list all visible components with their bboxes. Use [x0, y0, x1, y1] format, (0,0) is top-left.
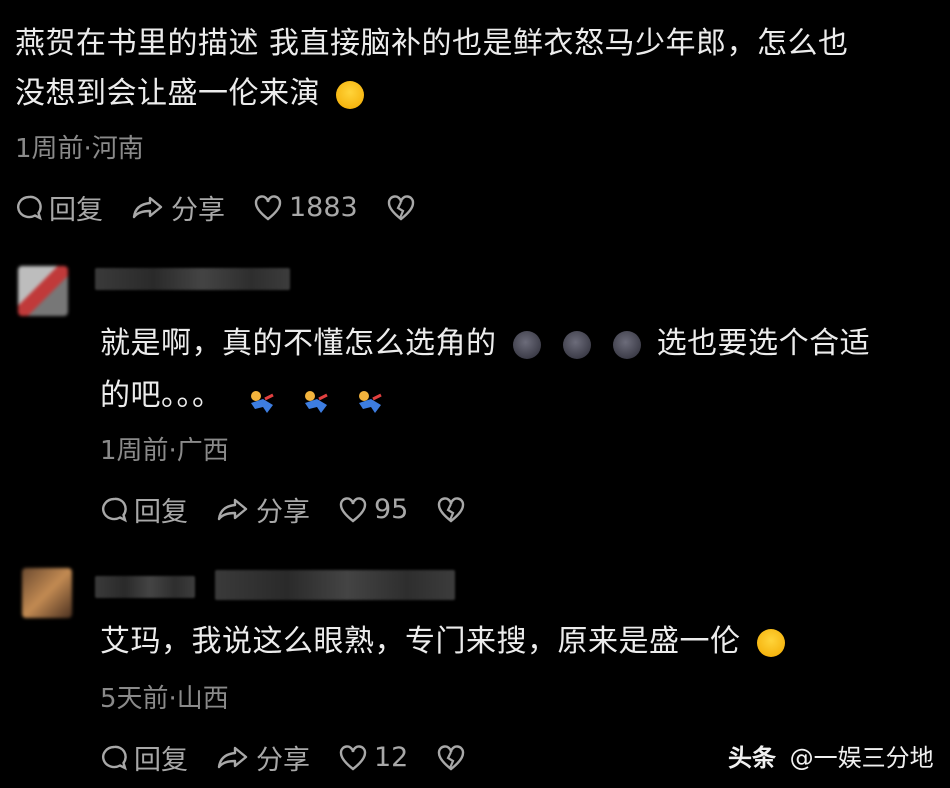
comment-3-avatar[interactable]	[22, 568, 72, 618]
running-emoji-icon	[301, 384, 335, 413]
comment-2-dislike-button[interactable]	[436, 496, 472, 524]
watermark-brand: 头条	[728, 744, 776, 772]
heart-icon	[254, 194, 282, 221]
comment-2-text-part2: 选也要选个合适	[656, 326, 871, 361]
comment-2-avatar[interactable]	[18, 266, 68, 316]
comment-2-text-line1: 就是啊，真的不懂怎么选角的 选也要选个合适	[100, 322, 870, 366]
comment-2-actions: 回复 分享 95	[100, 490, 500, 529]
comment-1-actions: 回复 分享 1883	[15, 188, 450, 227]
comment-3-meta: 5天前·山西	[100, 684, 229, 714]
share-label: 分享	[171, 195, 225, 226]
comment-3-badge	[215, 570, 455, 600]
reply-icon	[102, 745, 127, 770]
watermark-account: @一娱三分地	[789, 744, 934, 772]
comment-1-reply-button[interactable]: 回复	[15, 188, 103, 227]
broken-heart-icon	[438, 744, 465, 771]
dark-face-emoji-icon	[562, 330, 591, 359]
comment-1-text-line1: 燕贺在书里的描述 我直接脑补的也是鲜衣怒马少年郎，怎么也	[15, 26, 849, 61]
dark-face-emoji-icon	[612, 330, 641, 359]
comment-1-text-line2: 没想到会让盛一伦来演	[15, 72, 370, 116]
share-label: 分享	[256, 745, 310, 776]
comment-2-text-part1: 就是啊，真的不懂怎么选角的	[100, 326, 497, 361]
comment-3-text: 艾玛，我说这么眼熟，专门来搜，原来是盛一伦	[100, 624, 741, 659]
comment-1-like-button[interactable]: 1883	[253, 192, 358, 223]
comment-2-meta: 1周前·广西	[100, 436, 229, 466]
comment-3-reply-button[interactable]: 回复	[100, 738, 188, 777]
like-count: 12	[374, 742, 409, 773]
reply-label: 回复	[134, 497, 188, 528]
share-icon	[217, 498, 248, 520]
crying-laughing-emoji-icon	[756, 628, 785, 657]
reply-icon	[17, 195, 42, 220]
comment-2-reply-button[interactable]: 回复	[100, 490, 188, 529]
reply-label: 回复	[134, 745, 188, 776]
comment-3-username[interactable]	[95, 576, 195, 598]
reply-icon	[102, 497, 127, 522]
broken-heart-icon	[438, 496, 465, 523]
comment-2-like-button[interactable]: 95	[338, 494, 408, 525]
comment-3-share-button[interactable]: 分享	[216, 738, 310, 777]
comment-3-dislike-button[interactable]	[436, 744, 472, 772]
comment-2-text-line2-text: 的吧。。。	[100, 378, 223, 413]
laughing-emoji-icon	[336, 80, 365, 109]
running-emoji-icon	[247, 384, 281, 413]
watermark: 头条 @一娱三分地	[728, 738, 934, 773]
share-label: 分享	[256, 497, 310, 528]
running-emoji-icon	[355, 384, 389, 413]
share-icon	[132, 196, 163, 218]
like-count: 95	[374, 494, 409, 525]
reply-label: 回复	[49, 195, 103, 226]
comment-3-like-button[interactable]: 12	[338, 742, 408, 773]
comment-2-share-button[interactable]: 分享	[216, 490, 310, 529]
comment-1-dislike-button[interactable]	[386, 194, 422, 222]
comment-1-meta: 1周前·河南	[15, 134, 144, 164]
like-count: 1883	[289, 192, 358, 223]
comment-3-text-line1: 艾玛，我说这么眼熟，专门来搜，原来是盛一伦	[100, 620, 791, 664]
comment-1-text-line2-text: 没想到会让盛一伦来演	[15, 76, 320, 111]
heart-icon	[339, 744, 367, 771]
comment-3-actions: 回复 分享 12	[100, 738, 500, 777]
comment-2-text-line2: 的吧。。。	[100, 374, 389, 418]
comment-2-username[interactable]	[95, 268, 290, 290]
share-icon	[217, 746, 248, 768]
dark-face-emoji-icon	[512, 330, 541, 359]
heart-icon	[339, 496, 367, 523]
comment-1-share-button[interactable]: 分享	[131, 188, 225, 227]
broken-heart-icon	[387, 194, 414, 221]
